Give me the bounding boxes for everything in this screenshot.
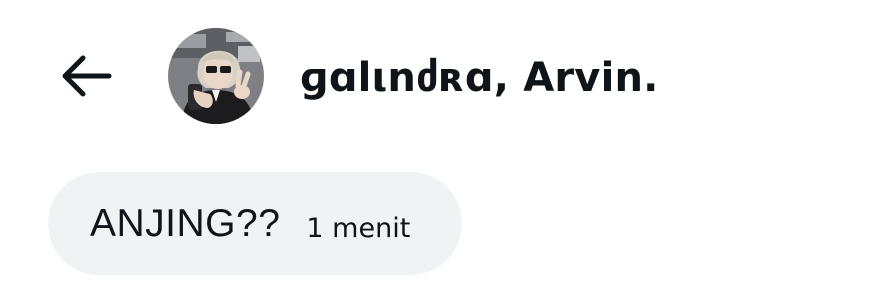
conversation-header: ɡɑlιnძʀɑ, Arvin.	[0, 0, 871, 150]
message-timestamp: 1 menit	[306, 213, 411, 244]
avatar[interactable]	[168, 28, 264, 124]
message-text: ANJING??	[90, 201, 281, 245]
message-bubble[interactable]: ANJING?? 1 menit	[48, 172, 462, 275]
profile-photo	[168, 28, 264, 124]
back-button[interactable]	[52, 46, 118, 106]
conversation-title[interactable]: ɡɑlιnძʀɑ, Arvin.	[300, 50, 659, 106]
arrow-left-icon	[62, 55, 112, 97]
